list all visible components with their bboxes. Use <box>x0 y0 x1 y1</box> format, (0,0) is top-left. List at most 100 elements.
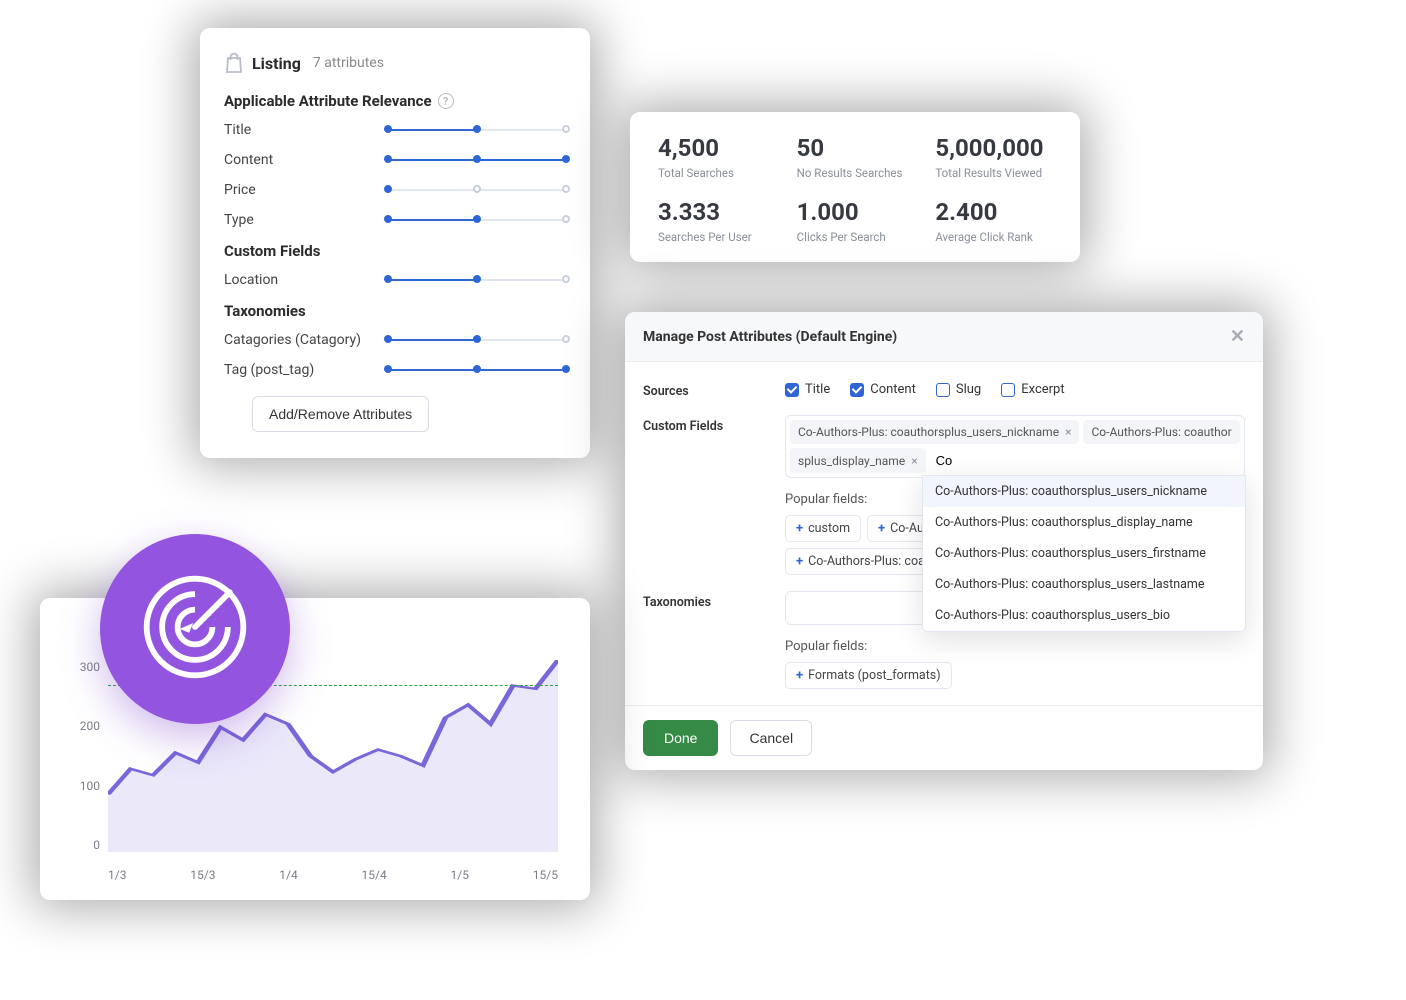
taxonomies-label: Taxonomies <box>643 591 773 689</box>
relevance-slider[interactable] <box>388 366 566 374</box>
chip-label: Co-Authors-Plus: coauthorsplus_users_nic… <box>798 425 1059 439</box>
listing-title: Listing <box>252 54 301 73</box>
listing-header: Listing 7 attributes <box>224 52 566 74</box>
autocomplete-dropdown: Co-Authors-Plus: coauthorsplus_users_nic… <box>922 475 1246 632</box>
chip-label: splus_display_name <box>798 454 905 468</box>
sources-checkboxes: Title Content Slug Excerpt <box>785 380 1245 399</box>
stat-avg-click-rank: 2.400 Average Click Rank <box>935 198 1052 244</box>
pill-label: Formats (post_formats) <box>808 668 941 683</box>
stat-value: 1.000 <box>797 198 914 226</box>
relevance-slider[interactable] <box>388 216 566 224</box>
stat-searches-per-user: 3.333 Searches Per User <box>658 198 775 244</box>
checkbox-label: Title <box>805 382 830 397</box>
add-remove-attributes-button[interactable]: Add/Remove Attributes <box>252 396 429 432</box>
attr-row-title: Title <box>224 122 566 138</box>
y-tick: 200 <box>70 719 100 733</box>
dialog-footer: Done Cancel <box>625 705 1263 756</box>
attr-name: Location <box>224 272 384 288</box>
stat-label: Total Searches <box>658 166 775 180</box>
stat-value: 4,500 <box>658 134 775 162</box>
x-axis-ticks: 1/3 15/3 1/4 15/4 1/5 15/5 <box>108 868 558 882</box>
sources-label: Sources <box>643 380 773 399</box>
shopping-bag-icon <box>224 52 244 74</box>
custom-fields-row: Custom Fields Co-Authors-Plus: coauthors… <box>643 415 1245 575</box>
relevance-slider[interactable] <box>388 186 566 194</box>
stat-value: 5,000,000 <box>935 134 1052 162</box>
add-field-pill[interactable]: +custom <box>785 515 861 542</box>
x-tick: 1/3 <box>108 868 126 882</box>
plus-icon: + <box>796 521 803 536</box>
attr-row-type: Type <box>224 212 566 228</box>
y-tick: 100 <box>70 779 100 793</box>
x-tick: 15/5 <box>533 868 558 882</box>
stat-value: 50 <box>797 134 914 162</box>
popular-taxonomies: + Formats (post_formats) <box>785 662 1245 689</box>
attr-name: Price <box>224 182 384 198</box>
relevance-slider[interactable] <box>388 156 566 164</box>
section-custom: Custom Fields <box>224 242 566 260</box>
stat-value: 2.400 <box>935 198 1052 226</box>
section-relevance: Applicable Attribute Relevance ? <box>224 92 566 110</box>
dialog-title: Manage Post Attributes (Default Engine) <box>643 329 897 345</box>
chip-remove-icon[interactable]: × <box>1065 425 1071 439</box>
y-tick: 300 <box>70 660 100 674</box>
stat-label: Searches Per User <box>658 230 775 244</box>
attr-row-location: Location <box>224 272 566 288</box>
custom-fields-input[interactable]: Co-Authors-Plus: coauthorsplus_users_nic… <box>785 415 1245 478</box>
checkbox-content[interactable]: Content <box>850 382 916 397</box>
dropdown-item[interactable]: Co-Authors-Plus: coauthorsplus_users_bio <box>923 600 1245 631</box>
dropdown-item[interactable]: Co-Authors-Plus: coauthorsplus_display_n… <box>923 507 1245 538</box>
custom-fields-text-input[interactable] <box>930 448 1240 473</box>
checkbox-label: Content <box>870 382 916 397</box>
stat-label: Clicks Per Search <box>797 230 914 244</box>
chip: splus_display_name × <box>790 448 926 473</box>
help-icon[interactable]: ? <box>438 93 454 109</box>
stat-clicks-per-search: 1.000 Clicks Per Search <box>797 198 914 244</box>
plus-icon: + <box>796 554 803 569</box>
chip-label: Co-Authors-Plus: coauthor <box>1091 425 1231 439</box>
plus-icon: + <box>796 668 803 683</box>
relevance-slider[interactable] <box>388 276 566 284</box>
plus-icon: + <box>878 521 885 536</box>
checkbox-excerpt[interactable]: Excerpt <box>1001 382 1064 397</box>
dropdown-item[interactable]: Co-Authors-Plus: coauthorsplus_users_las… <box>923 569 1245 600</box>
y-tick: 0 <box>70 838 100 852</box>
listing-card: Listing 7 attributes Applicable Attribut… <box>200 28 590 458</box>
stat-total-searches: 4,500 Total Searches <box>658 134 775 180</box>
stat-value: 3.333 <box>658 198 775 226</box>
attr-name: Tag (post_tag) <box>224 362 384 378</box>
done-button[interactable]: Done <box>643 720 718 756</box>
checkbox-label: Excerpt <box>1021 382 1064 397</box>
attr-name: Type <box>224 212 384 228</box>
chip-remove-icon[interactable]: × <box>911 454 917 468</box>
manage-attributes-dialog: Manage Post Attributes (Default Engine) … <box>625 312 1263 770</box>
add-field-pill[interactable]: + Formats (post_formats) <box>785 662 952 689</box>
attr-name: Title <box>224 122 384 138</box>
custom-fields-label: Custom Fields <box>643 415 773 575</box>
stat-label: No Results Searches <box>797 166 914 180</box>
sources-row: Sources Title Content Slug Excerpt <box>643 380 1245 399</box>
listing-subtitle: 7 attributes <box>313 55 384 71</box>
checkbox-title[interactable]: Title <box>785 382 830 397</box>
close-icon[interactable]: ✕ <box>1230 326 1245 347</box>
attr-row-price: Price <box>224 182 566 198</box>
stat-label: Total Results Viewed <box>935 166 1052 180</box>
cancel-button[interactable]: Cancel <box>730 720 812 756</box>
chip: Co-Authors-Plus: coauthorsplus_users_nic… <box>790 420 1079 444</box>
chip: Co-Authors-Plus: coauthor <box>1083 420 1239 444</box>
x-tick: 1/5 <box>451 868 469 882</box>
checkbox-slug[interactable]: Slug <box>936 382 981 397</box>
attr-row-content: Content <box>224 152 566 168</box>
popular-fields-label: Popular fields: <box>785 639 1245 654</box>
dropdown-item[interactable]: Co-Authors-Plus: coauthorsplus_users_fir… <box>923 538 1245 569</box>
relevance-slider[interactable] <box>388 126 566 134</box>
attr-name: Catagories (Catagory) <box>224 332 384 348</box>
checkbox-label: Slug <box>956 382 981 397</box>
attr-row-categories: Catagories (Catagory) <box>224 332 566 348</box>
stat-label: Average Click Rank <box>935 230 1052 244</box>
relevance-slider[interactable] <box>388 336 566 344</box>
attr-row-tag: Tag (post_tag) <box>224 362 566 378</box>
target-badge <box>100 534 290 724</box>
y-axis-ticks: 300 200 100 0 <box>70 660 100 852</box>
dropdown-item[interactable]: Co-Authors-Plus: coauthorsplus_users_nic… <box>923 476 1245 507</box>
